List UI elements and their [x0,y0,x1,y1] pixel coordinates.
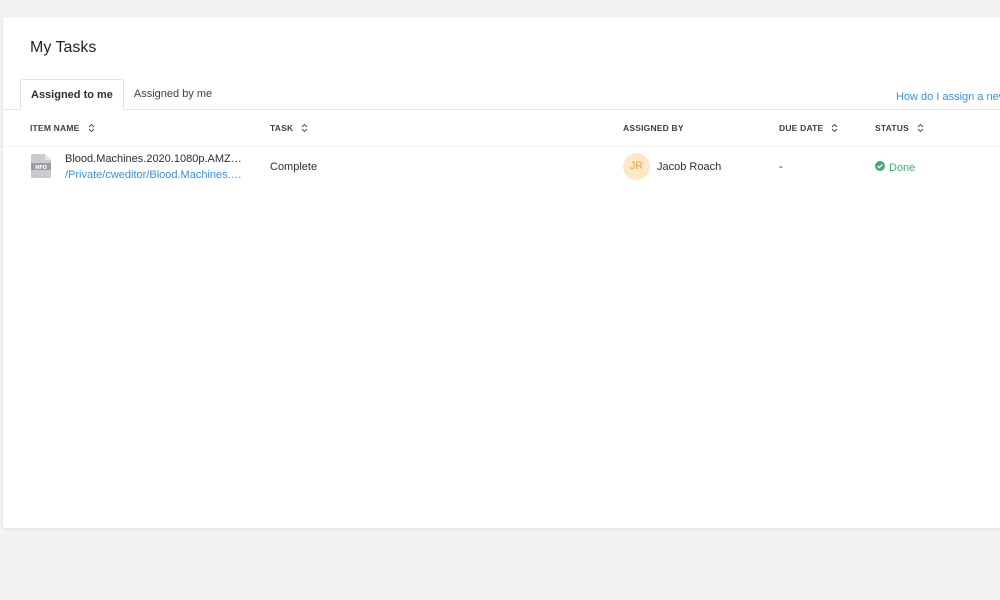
status-badge: Done [875,161,915,174]
page-title: My Tasks [30,39,97,56]
column-header-label: ITEM NAME [30,123,80,133]
due-date-cell: - [779,161,783,173]
table-row[interactable]: NFO Blood.Machines.2020.1080p.AMZN.WEB-D… [3,147,1000,189]
check-circle-icon [875,161,885,174]
item-path-link[interactable]: /Private/cweditor/Blood.Machines.2020.10… [65,169,245,181]
column-header-label: TASK [270,123,294,133]
avatar: JR [623,153,650,180]
column-header-due-date[interactable]: DUE DATE [779,123,838,133]
column-header-label: DUE DATE [779,123,824,133]
sort-icon[interactable] [917,123,924,133]
help-link[interactable]: How do I assign a new task? [896,91,1000,103]
task-cell: Complete [270,161,318,173]
tab-assigned-by-me[interactable]: Assigned by me [124,79,222,110]
assigned-by-name: Jacob Roach [657,161,722,173]
column-header-label: STATUS [875,123,909,133]
column-header-status[interactable]: STATUS [875,123,924,133]
sort-icon[interactable] [301,123,308,133]
tasks-panel: My Tasks Assigned to me Assigned by me H… [3,17,1000,528]
column-header-item-name[interactable]: ITEM NAME [30,123,95,133]
column-header-label: ASSIGNED BY [623,123,684,133]
sort-icon[interactable] [88,123,95,133]
sort-icon[interactable] [831,123,838,133]
item-name: Blood.Machines.2020.1080p.AMZN.WEB-DL.DD… [65,153,245,165]
nfo-file-icon: NFO [30,153,52,179]
status-label: Done [889,161,916,174]
tab-divider [3,109,1000,110]
column-header-task[interactable]: TASK [270,123,308,133]
column-header-assigned-by: ASSIGNED BY [623,123,684,133]
tab-bar: Assigned to me Assigned by me [20,79,222,110]
file-type-label: NFO [35,165,47,171]
tab-assigned-to-me[interactable]: Assigned to me [20,79,124,110]
